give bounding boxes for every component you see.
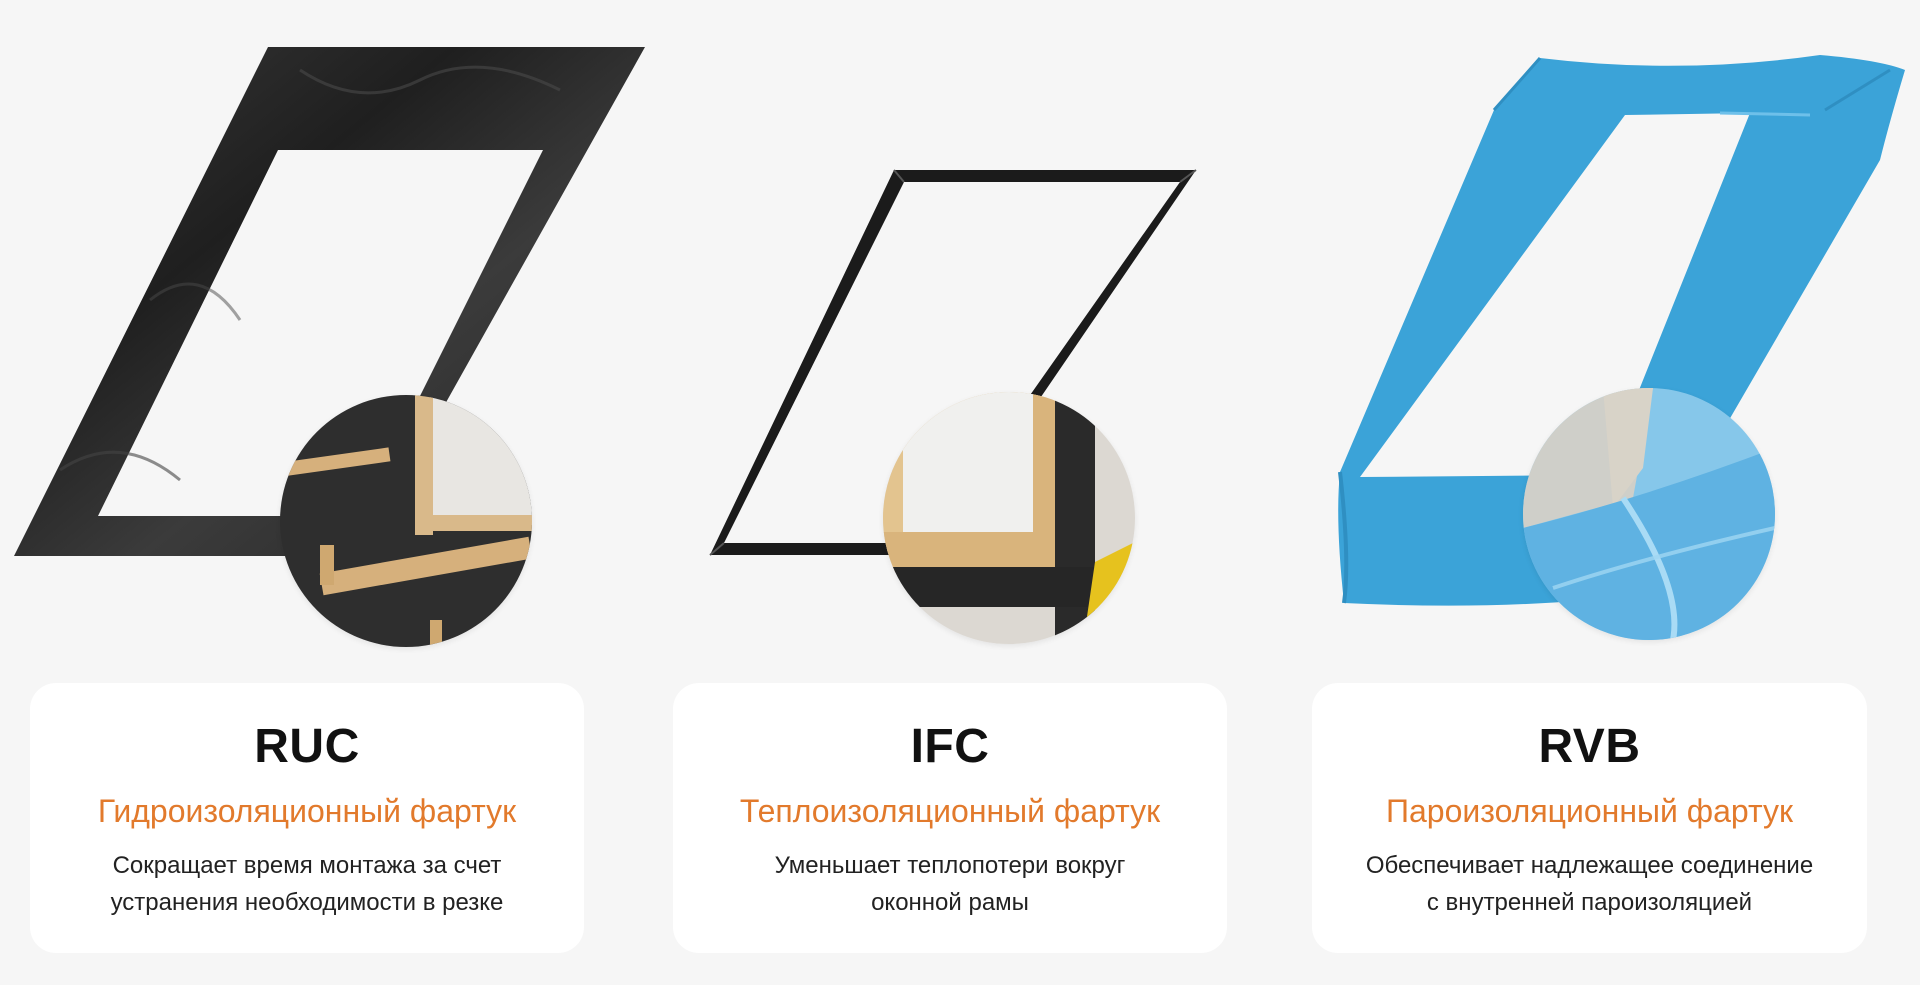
- product-ruc: RUC Гидроизоляционный фартук Сокращает в…: [0, 0, 645, 985]
- product-subtitle: Пароизоляционный фартук: [1385, 793, 1793, 829]
- product-description: Обеспечивает надлежащее соединение с вну…: [1350, 847, 1830, 921]
- ifc-detail-photo: [883, 392, 1135, 644]
- description-line: Обеспечивает надлежащее соединение: [1365, 852, 1814, 879]
- product-rvb: RVB Пароизоляционный фартук Обеспечивает…: [1280, 0, 1920, 985]
- product-card-rvb: RVB Пароизоляционный фартук Обеспечивает…: [1312, 683, 1867, 953]
- product-ifc: IFC Теплоизоляционный фартук Уменьшает т…: [650, 0, 1260, 985]
- ruc-detail-photo: [280, 395, 532, 647]
- product-card-ruc: RUC Гидроизоляционный фартук Сокращает в…: [30, 683, 584, 953]
- product-subtitle: Гидроизоляционный фартук: [97, 793, 517, 829]
- product-code: RUC: [254, 720, 360, 773]
- description-line: с внутренней пароизоляцией: [1426, 889, 1753, 916]
- product-subtitle: Теплоизоляционный фартук: [739, 793, 1161, 829]
- product-code: IFC: [910, 720, 990, 773]
- product-description: Сокращает время монтажа за счет устранен…: [67, 847, 547, 921]
- description-line: оконной рамы: [871, 889, 1029, 916]
- description-line: Сокращает время монтажа за счет: [112, 852, 502, 879]
- description-line: Уменьшает теплопотери вокруг: [774, 852, 1126, 879]
- description-line: устранения необходимости в резке: [110, 889, 504, 916]
- product-code: RVB: [1538, 720, 1641, 773]
- product-card-ifc: IFC Теплоизоляционный фартук Уменьшает т…: [673, 683, 1227, 953]
- rvb-detail-photo: [1523, 388, 1775, 640]
- product-description: Уменьшает теплопотери вокруг оконной рам…: [710, 847, 1190, 921]
